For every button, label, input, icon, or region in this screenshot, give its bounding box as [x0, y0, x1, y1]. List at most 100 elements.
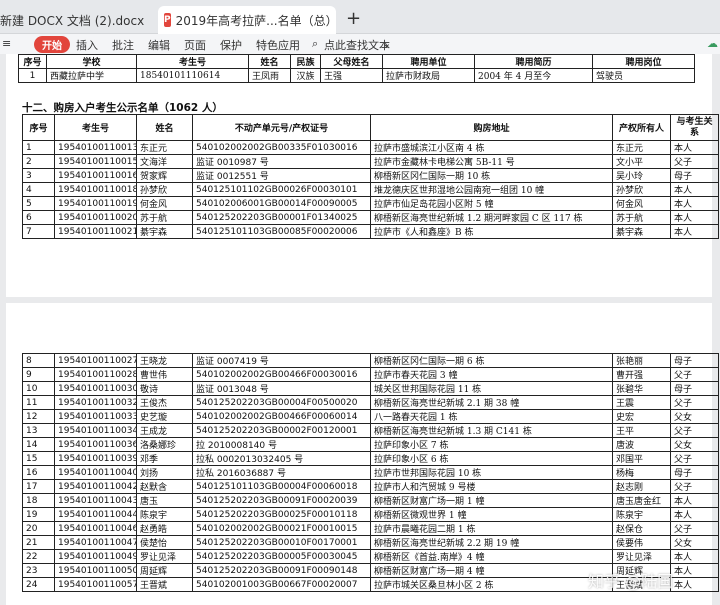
- table-cell: 13: [22, 423, 55, 438]
- table-cell: 赵保仓: [612, 521, 671, 536]
- table-cell: 唐玉: [136, 493, 193, 508]
- tab-pdf-title: 2019年高考拉萨...名单（总）.pdf: [175, 13, 336, 28]
- table-cell: 拉萨市春天花园 3 幢: [370, 367, 613, 382]
- table-cell: 11: [22, 395, 55, 410]
- column-header: 姓名: [136, 114, 193, 141]
- table-cell: 父子: [670, 395, 719, 410]
- table-cell: 王强: [320, 68, 383, 83]
- table-cell: 母子: [670, 465, 719, 480]
- menu-icon[interactable]: ≡: [2, 37, 11, 50]
- table-cell: 拉萨市财政局: [382, 68, 475, 83]
- table-cell: 刘扬: [136, 465, 193, 480]
- table-cell: 23: [22, 563, 55, 578]
- table-cell: 19540100110013: [54, 140, 137, 155]
- table-cell: 赵勇皓: [136, 521, 193, 536]
- table-cell: 监证 0010987 号: [192, 154, 371, 169]
- table-row: 13 19540100110034 王成龙 540125202203GB00002F0…: [22, 423, 719, 438]
- table-cell: 拉萨印象小区 7 栋: [370, 437, 613, 452]
- table-row: 7 19540100110021 綦宇森 540125101103GB00085F00…: [22, 224, 719, 239]
- column-header: 学校: [46, 54, 137, 69]
- table-cell: 17: [22, 479, 55, 494]
- column-header: 产权所有人: [612, 114, 671, 141]
- table-row: 11 19540100110032 王俊杰 540125202203GB00004F0…: [22, 395, 719, 410]
- table-cell: 540102002002GB00466F00030016: [192, 367, 371, 382]
- tab-pdf[interactable]: P 2019年高考拉萨...名单（总）.pdf ×: [158, 6, 336, 34]
- column-header: 购房地址: [370, 114, 613, 141]
- table-cell: 孙梦欣: [136, 182, 193, 197]
- table-cell: 邓季: [136, 451, 193, 466]
- table-cell: 540125202203GB00004F00500020: [192, 395, 371, 410]
- table-cell: 张艳丽: [612, 353, 671, 368]
- table-row: 20 19540100110046 赵勇皓 540102002002GB00021F0…: [22, 521, 719, 536]
- comment-tab[interactable]: 批注: [112, 37, 134, 53]
- pdf-icon: P: [164, 13, 171, 27]
- table-cell: 19540100110044: [54, 507, 137, 522]
- table-cell: 本人: [670, 563, 719, 578]
- table-row: 9 19540100110028 曹世伟 540102002002GB00466F00…: [22, 367, 719, 382]
- protect-tab[interactable]: 保护: [220, 37, 242, 53]
- table-cell: 18540101110614: [136, 68, 249, 83]
- table-cell: 12: [22, 409, 55, 424]
- table-cell: 曹世伟: [136, 367, 193, 382]
- table-cell: 罗让见泽: [612, 549, 671, 564]
- table-cell: 母子: [670, 353, 719, 368]
- special-tab[interactable]: 特色应用: [256, 37, 300, 53]
- table-cell: 王晋斌: [136, 577, 193, 592]
- hire-table: 序号 学校 考生号 姓名 民族 父母姓名 聘用单位 聘用简历 聘用岗位 1 西藏拉萨中学 18540…: [18, 54, 695, 83]
- search-icon[interactable]: ⌕: [312, 37, 318, 51]
- start-tab[interactable]: 开始: [34, 36, 70, 53]
- cloud-sync-icon[interactable]: ☁: [707, 37, 718, 50]
- column-header: 不动产单元号/产权证号: [192, 114, 371, 141]
- table-cell: 24: [22, 577, 55, 592]
- page-tab[interactable]: 页面: [184, 37, 206, 53]
- table-cell: 敬诗: [136, 381, 193, 396]
- table-cell: 驾驶员: [592, 68, 695, 83]
- table-cell: 父子: [670, 451, 719, 466]
- table-cell: 本人: [670, 549, 719, 564]
- table-cell: 540125101103GB00004F00060018: [192, 479, 371, 494]
- tab-docx-title: 新建 DOCX 文档 (2).docx: [0, 13, 145, 28]
- table-row: 8 19540100110027 王晓龙 监证 0007419 号柳梧新区冈仁国际一期…: [22, 353, 719, 368]
- tab-docx[interactable]: 新建 DOCX 文档 (2).docx ⚠: [0, 6, 148, 34]
- search-text[interactable]: 点此查找文本: [324, 37, 390, 53]
- table-cell: 19540100110043: [54, 493, 137, 508]
- purchase-table-body: 1 19540100110013 东正元 540102002002GB00335F01…: [22, 140, 719, 239]
- table-cell: 张碧华: [612, 381, 671, 396]
- table-cell: 拉萨市晨曦花园二期 1 栋: [370, 521, 613, 536]
- watermark: 知乎 @陆国: [588, 572, 674, 591]
- table-cell: 监证 0012551 号: [192, 168, 371, 183]
- table-cell: 柳梧新区财富广场一期 4 幢: [370, 563, 613, 578]
- table-cell: 拉萨市仙足岛花园小区附 5 幢: [370, 196, 613, 211]
- table-cell: 540125202203GB00025F00010118: [192, 507, 371, 522]
- purchase-table-body: 8 19540100110027 王晓龙 监证 0007419 号柳梧新区冈仁国际一期…: [22, 353, 719, 592]
- table-cell: 19540100110034: [54, 423, 137, 438]
- table-cell: 拉萨市人和汽贸城 9 号楼: [370, 479, 613, 494]
- table-cell: 540125202203GB00005F00030045: [192, 549, 371, 564]
- column-header: 序号: [18, 54, 47, 69]
- table-cell: 文海洋: [136, 154, 193, 169]
- table-cell: 拉私 2016036887 号: [192, 465, 371, 480]
- table-cell: 19540100110028: [54, 367, 137, 382]
- table-row: 18 19540100110043 唐玉 540125202203GB00091F00…: [22, 493, 719, 508]
- table-cell: 拉萨市《人和鑫座》B 栋: [370, 224, 613, 239]
- edit-tab[interactable]: 编辑: [148, 37, 170, 53]
- table-cell: 王成龙: [136, 423, 193, 438]
- table-row: 12 19540100110033 史艺璇 540102002002GB00466F0…: [22, 409, 719, 424]
- table-cell: 540102006001GB00014F00090005: [192, 196, 371, 211]
- table-cell: 赵志刚: [612, 479, 671, 494]
- table-cell: 柳梧新区冈仁国际一期 10 栋: [370, 168, 613, 183]
- table-cell: 4: [22, 182, 55, 197]
- table-cell: 8: [22, 353, 55, 368]
- chevron-down-icon[interactable]: ⌄: [382, 37, 391, 50]
- table-cell: 本人: [670, 224, 719, 239]
- table-cell: 吴小玲: [612, 168, 671, 183]
- table-cell: 540125202203GB00091F00090148: [192, 563, 371, 578]
- table-cell: 文小平: [612, 154, 671, 169]
- table-cell: 19540100110016: [54, 168, 137, 183]
- new-tab-button[interactable]: +: [346, 8, 361, 29]
- table-row: 5 19540100110019 何金风 540102006001GB00014F00…: [22, 196, 719, 211]
- column-header: 父母姓名: [320, 54, 383, 69]
- insert-tab[interactable]: 插入: [76, 37, 98, 53]
- purchase-table-continued: 8 19540100110027 王晓龙 监证 0007419 号柳梧新区冈仁国际一期…: [22, 353, 719, 592]
- table-cell: 城关区世邦国际花园 11 栋: [370, 381, 613, 396]
